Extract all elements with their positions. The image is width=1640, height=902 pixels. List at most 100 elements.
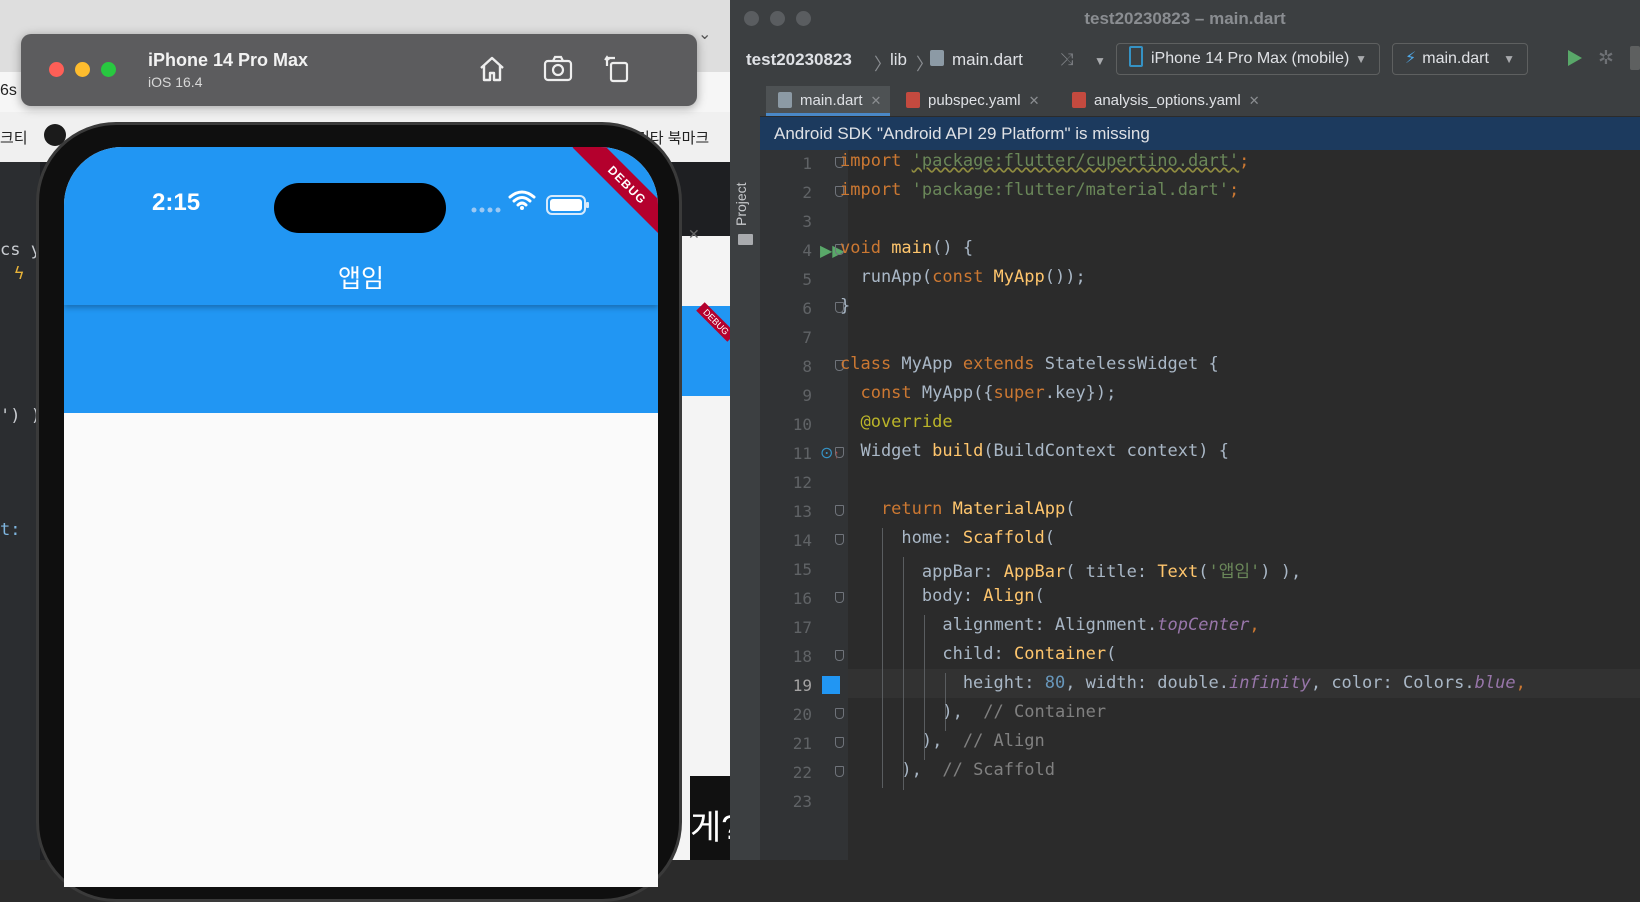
- simulator-device-name: iPhone 14 Pro Max: [148, 50, 309, 70]
- run-configuration-label: main.dart: [1422, 50, 1489, 67]
- line-number: 21: [792, 734, 812, 753]
- run-icon[interactable]: [1564, 48, 1584, 73]
- yaml-file-icon: [1072, 92, 1086, 108]
- window-title: test20230823 – main.dart: [1084, 9, 1286, 28]
- app-bar: 2:15 앱임 DEBUG: [64, 147, 658, 305]
- navigation-bar: test20230823 〉 lib 〉 main.dart ⤨ ▼ iPhon…: [730, 38, 1640, 87]
- chevron-down-icon[interactable]: ▼: [1094, 54, 1106, 68]
- color-swatch-icon[interactable]: [822, 676, 840, 694]
- line-number: 18: [792, 647, 812, 666]
- line-number: 9: [802, 386, 812, 405]
- code-line: runApp(const MyApp());: [840, 267, 1086, 287]
- yaml-file-icon: [906, 92, 920, 108]
- code-line: class MyApp extends StatelessWidget {: [840, 354, 1219, 374]
- battery-icon: [546, 195, 590, 220]
- screenshot-icon[interactable]: [541, 52, 575, 86]
- code-line: const MyApp({super.key});: [840, 383, 1117, 403]
- dart-file-icon: [930, 50, 944, 71]
- status-bar-time: 2:15: [152, 189, 201, 216]
- tab-label: pubspec.yaml: [928, 92, 1021, 109]
- code-line: ), // Align: [840, 731, 1045, 751]
- breadcrumb-separator: 〉: [874, 55, 891, 74]
- line-number: 22: [792, 763, 812, 782]
- blue-container: [64, 305, 658, 413]
- line-number: 5: [802, 270, 812, 289]
- debug-banner: DEBUG: [572, 147, 658, 240]
- flutter-inspector-icon[interactable]: ⤨: [1060, 50, 1074, 70]
- project-tool-window-button[interactable]: Project: [733, 182, 749, 226]
- tab-main-dart[interactable]: main.dart ✕: [766, 86, 890, 116]
- run-configuration-selector[interactable]: ⚡ main.dart ▼: [1392, 43, 1528, 75]
- code-line-current: height: 80, width: double.infinity, colo…: [840, 673, 1526, 693]
- close-icon[interactable]: ✕: [1249, 93, 1260, 108]
- code-line: }: [840, 296, 851, 316]
- line-number: 2: [802, 183, 812, 202]
- code-editor[interactable]: import 'package:flutter/cupertino.dart';…: [840, 150, 1640, 860]
- code-line: alignment: Alignment.topCenter,: [840, 615, 1260, 635]
- code-line: Widget build(BuildContext context) {: [840, 441, 1229, 461]
- line-number: 20: [792, 705, 812, 724]
- tab-pubspec-yaml[interactable]: pubspec.yaml ✕: [894, 86, 1054, 116]
- close-icon[interactable]: ✕: [871, 93, 882, 108]
- simulator-toolbar: iPhone 14 Pro Max iOS 16.4: [21, 34, 697, 106]
- flutter-icon: ⚡: [1405, 50, 1417, 67]
- dart-file-icon: [778, 92, 792, 108]
- line-number: 1: [802, 154, 812, 173]
- editor-gutter: 1 2 3 4 5 6 7 8 9 10 11 12 13 14 15 16 1…: [760, 150, 848, 860]
- background-code-fragment-cs: cs y: [0, 240, 41, 260]
- sdk-missing-banner: Android SDK "Android API 29 Platform" is…: [760, 117, 1640, 150]
- close-icon[interactable]: ✕: [688, 226, 700, 243]
- zoom-window-button[interactable]: [101, 62, 116, 77]
- line-number: 3: [802, 212, 812, 231]
- code-line: import 'package:flutter/material.dart';: [840, 180, 1240, 200]
- home-icon[interactable]: [475, 52, 509, 86]
- line-number: 17: [792, 618, 812, 637]
- line-number: 7: [802, 328, 812, 347]
- code-line: child: Container(: [840, 644, 1117, 664]
- ide-title-bar: test20230823 – main.dart: [730, 0, 1640, 38]
- background-code-fragment-t: t:: [0, 520, 21, 540]
- line-number: 16: [792, 589, 812, 608]
- breadcrumb-project[interactable]: test20230823: [746, 50, 852, 70]
- device-selector[interactable]: iPhone 14 Pro Max (mobile) ▼: [1116, 43, 1380, 75]
- background-text-fragment: 게?: [690, 809, 730, 847]
- chevron-down-icon: ▼: [1355, 52, 1367, 66]
- banner-message: Android SDK "Android API 29 Platform" is…: [774, 124, 1150, 143]
- iphone-frame: 2:15 앱임 DEBUG: [36, 122, 682, 902]
- cellular-signal-icon: [470, 201, 502, 219]
- chevron-down-icon: ▼: [1503, 52, 1515, 66]
- rotate-icon[interactable]: [601, 52, 635, 86]
- code-line: import 'package:flutter/cupertino.dart';: [840, 151, 1250, 171]
- line-number: 4: [802, 241, 812, 260]
- mobile-device-icon: [1129, 46, 1143, 67]
- app-bar-title: 앱임: [337, 265, 384, 293]
- line-number: 12: [792, 473, 812, 492]
- lightning-icon: ϟ: [14, 264, 25, 284]
- device-selector-label: iPhone 14 Pro Max (mobile): [1151, 50, 1350, 67]
- chevron-down-icon[interactable]: ⌄: [698, 24, 711, 44]
- code-line: home: Scaffold(: [840, 528, 1055, 548]
- browser-fragment-6s-label: 6s: [0, 82, 17, 99]
- line-number: 10: [792, 415, 812, 434]
- breadcrumb-folder[interactable]: lib: [890, 50, 907, 70]
- line-number: 6: [802, 299, 812, 318]
- code-line: body: Align(: [840, 586, 1045, 606]
- close-window-button[interactable]: [49, 62, 64, 77]
- minimize-window-button[interactable]: [75, 62, 90, 77]
- debug-icon[interactable]: ✲: [1598, 47, 1614, 70]
- phone-screen: 2:15 앱임 DEBUG: [64, 147, 658, 887]
- tab-analysis-options-yaml[interactable]: analysis_options.yaml ✕: [1060, 86, 1272, 116]
- code-line: return MaterialApp(: [840, 499, 1076, 519]
- editor-tabs: main.dart ✕ pubspec.yaml ✕ analysis_option…: [760, 86, 1640, 117]
- more-actions-icon[interactable]: [1630, 46, 1640, 70]
- breadcrumb-file[interactable]: main.dart: [952, 50, 1023, 70]
- simulator-os-version: iOS 16.4: [148, 74, 203, 90]
- tab-label: main.dart: [800, 92, 863, 109]
- line-number-current: 19: [792, 676, 812, 695]
- bookmark-item[interactable]: 크티: [0, 127, 28, 148]
- ide-window: test20230823 – main.dart test20230823 〉 …: [730, 0, 1640, 860]
- dynamic-island: [274, 183, 446, 233]
- line-number: 11: [792, 444, 812, 463]
- line-number: 8: [802, 357, 812, 376]
- close-icon[interactable]: ✕: [1029, 93, 1040, 108]
